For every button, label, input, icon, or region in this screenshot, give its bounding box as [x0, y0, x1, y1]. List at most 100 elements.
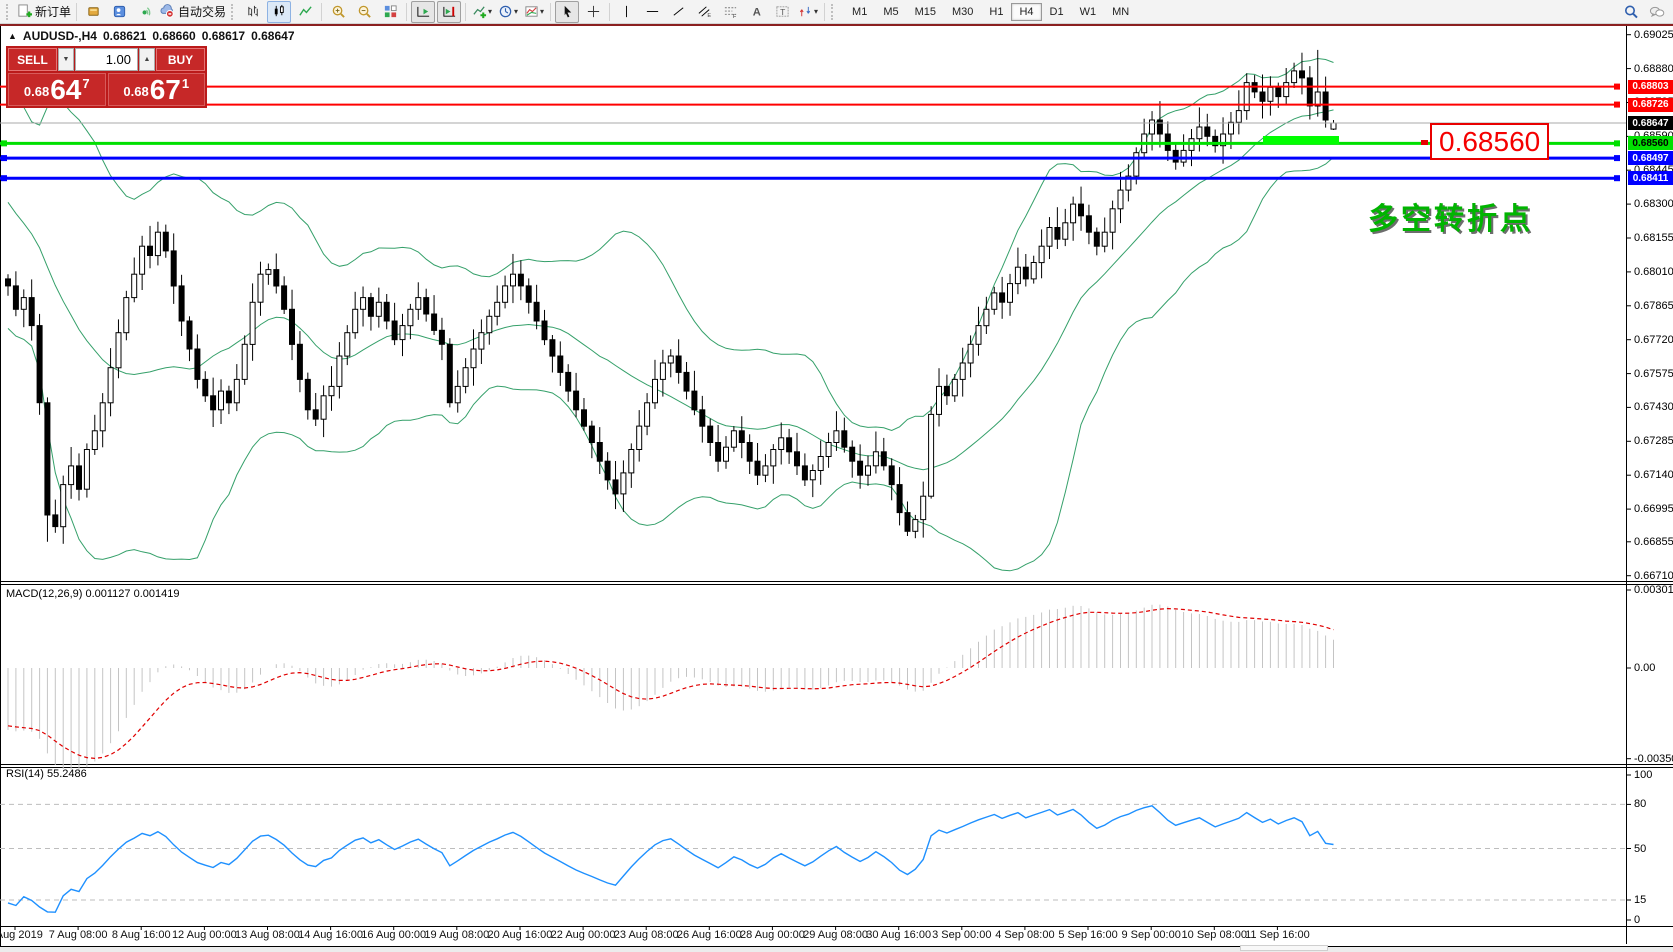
turning-point-annotation[interactable]: 多空转折点 — [1368, 194, 1533, 238]
date-axis-label: 11 Sep 16:00 — [1245, 929, 1310, 941]
trendline-icon — [671, 4, 686, 19]
rsi-indicator-label: RSI(14) 55.2486 — [6, 768, 87, 780]
tile-windows-button[interactable] — [378, 1, 402, 23]
timeframe-button-d1[interactable]: D1 — [1042, 3, 1072, 21]
text-button[interactable]: A — [744, 1, 768, 23]
main-price-pane — [0, 50, 1626, 571]
bar-chart-icon — [246, 4, 261, 19]
fibonacci-button[interactable]: F — [718, 1, 742, 23]
timeframe-button-h4[interactable]: H4 — [1011, 3, 1041, 21]
date-axis-label: 13 Aug 08:00 — [235, 929, 300, 941]
text-label-button[interactable]: T — [770, 1, 794, 23]
volume-input[interactable]: 1.00 — [75, 48, 138, 71]
indicators-button[interactable]: ▾ — [470, 1, 494, 23]
templates-icon — [524, 4, 539, 19]
zoom-out-button[interactable] — [352, 1, 376, 23]
price-tick-label: 0.66710 — [1634, 570, 1673, 582]
cursor-arrow-icon — [560, 4, 575, 19]
date-axis-label: 7 Aug 08:00 — [49, 929, 108, 941]
date-axis-label: 23 Aug 08:00 — [614, 929, 679, 941]
gold-box-button[interactable] — [81, 1, 105, 23]
support-price-label[interactable]: 0.68560 — [1430, 123, 1549, 160]
search-button[interactable] — [1619, 1, 1643, 23]
timeframe-button-h1[interactable]: H1 — [981, 3, 1011, 21]
spinner-up-icon: ▲ — [144, 56, 151, 63]
chart-title-bar: ▲ AUDUSD-,H4 0.68621 0.68660 0.68617 0.6… — [8, 29, 295, 43]
candles-layer — [6, 50, 1337, 544]
cursor-button[interactable] — [555, 1, 579, 23]
periods-button[interactable]: ▾ — [496, 1, 520, 23]
toolbar-separator — [824, 3, 825, 21]
timeframe-button-m1[interactable]: M1 — [844, 3, 875, 21]
buy-price-display[interactable]: 0.68671 — [108, 73, 206, 106]
symbol-period-label: AUDUSD-,H4 — [23, 29, 97, 43]
buy-price-base: 0.68 — [123, 84, 148, 99]
volume-decrease-button[interactable]: ▼ — [58, 48, 74, 71]
sell-price-pips: 64 — [50, 77, 81, 103]
price-tick-label: 0.67430 — [1634, 401, 1673, 413]
signals-icon — [138, 4, 153, 19]
line-chart-icon — [298, 4, 313, 19]
date-axis-label: 6 Aug 2019 — [0, 929, 43, 941]
rsi-tick-label: 15 — [1634, 894, 1646, 906]
volume-increase-button[interactable]: ▲ — [139, 48, 155, 71]
metaeditor-button[interactable] — [107, 1, 131, 23]
zoom-in-button[interactable] — [326, 1, 350, 23]
timeframe-button-m30[interactable]: M30 — [944, 3, 981, 21]
templates-button[interactable]: ▾ — [522, 1, 546, 23]
sell-price-point: 7 — [82, 76, 89, 91]
chart-shift-button[interactable] — [437, 1, 461, 23]
timeframe-button-w1[interactable]: W1 — [1072, 3, 1105, 21]
chat-button[interactable] — [1645, 1, 1669, 23]
chart-candlesticks-button[interactable] — [267, 1, 291, 23]
rsi-tick-label: 100 — [1634, 769, 1652, 781]
timeframe-button-m15[interactable]: M15 — [907, 3, 944, 21]
sell-price-display[interactable]: 0.68647 — [8, 73, 106, 106]
macd-tick-label: -0.003506 — [1634, 753, 1673, 765]
one-click-trading-panel: SELL ▼ 1.00 ▲ BUY 0.68647 0.68671 — [6, 46, 207, 108]
sell-button[interactable]: SELL — [8, 48, 57, 71]
sell-price-base: 0.68 — [24, 84, 49, 99]
macd-tick-label: 0.003015 — [1634, 584, 1673, 596]
tile-windows-icon — [383, 4, 398, 19]
price-line-axis-box: 0.68726 — [1628, 98, 1673, 112]
price-line-axis-box: 0.68497 — [1628, 151, 1673, 165]
chart-line-button[interactable] — [293, 1, 317, 23]
auto-scroll-button[interactable] — [411, 1, 435, 23]
spinner-down-icon: ▼ — [63, 56, 70, 63]
svg-text:E: E — [707, 13, 711, 19]
indicators-icon — [472, 4, 487, 19]
dropdown-caret[interactable]: ▾ — [814, 7, 818, 16]
chat-icon — [1649, 4, 1665, 20]
crosshair-button[interactable] — [581, 1, 605, 23]
dropdown-caret[interactable]: ▾ — [488, 7, 492, 16]
channel-button[interactable]: E — [692, 1, 716, 23]
date-axis-label: 3 Sep 00:00 — [932, 929, 991, 941]
candlestick-chart-icon — [272, 4, 287, 19]
dropdown-caret[interactable]: ▾ — [514, 7, 518, 16]
toolbar-separator — [76, 3, 77, 21]
date-axis-label: 22 Aug 00:00 — [551, 929, 616, 941]
vertical-line-icon — [619, 4, 634, 19]
new-order-button[interactable]: 新订单 — [16, 1, 72, 23]
vertical-line-button[interactable] — [614, 1, 638, 23]
scrollbar-thumb[interactable] — [1240, 945, 1328, 951]
timeframe-button-mn[interactable]: MN — [1104, 3, 1137, 21]
dropdown-caret[interactable]: ▾ — [540, 7, 544, 16]
text-label-icon: T — [775, 4, 790, 19]
date-axis-label: 20 Aug 16:00 — [488, 929, 553, 941]
collapse-icon[interactable]: ▲ — [8, 31, 17, 41]
arrows-button[interactable]: ▾ — [796, 1, 820, 23]
buy-button[interactable]: BUY — [156, 48, 205, 71]
autotrading-button[interactable]: 自动交易 — [159, 1, 227, 23]
chart-bars-button[interactable] — [241, 1, 265, 23]
horizontal-line-button[interactable] — [640, 1, 664, 23]
timeframe-button-m5[interactable]: M5 — [875, 3, 906, 21]
zoom-in-icon — [331, 4, 346, 19]
bottom-scroll-strip[interactable] — [0, 947, 1673, 952]
gold-box-icon — [86, 4, 101, 19]
date-axis-label: 30 Aug 16:00 — [866, 929, 931, 941]
trendline-button[interactable] — [666, 1, 690, 23]
signals-button[interactable] — [133, 1, 157, 23]
price-tick-label: 0.68010 — [1634, 266, 1673, 278]
